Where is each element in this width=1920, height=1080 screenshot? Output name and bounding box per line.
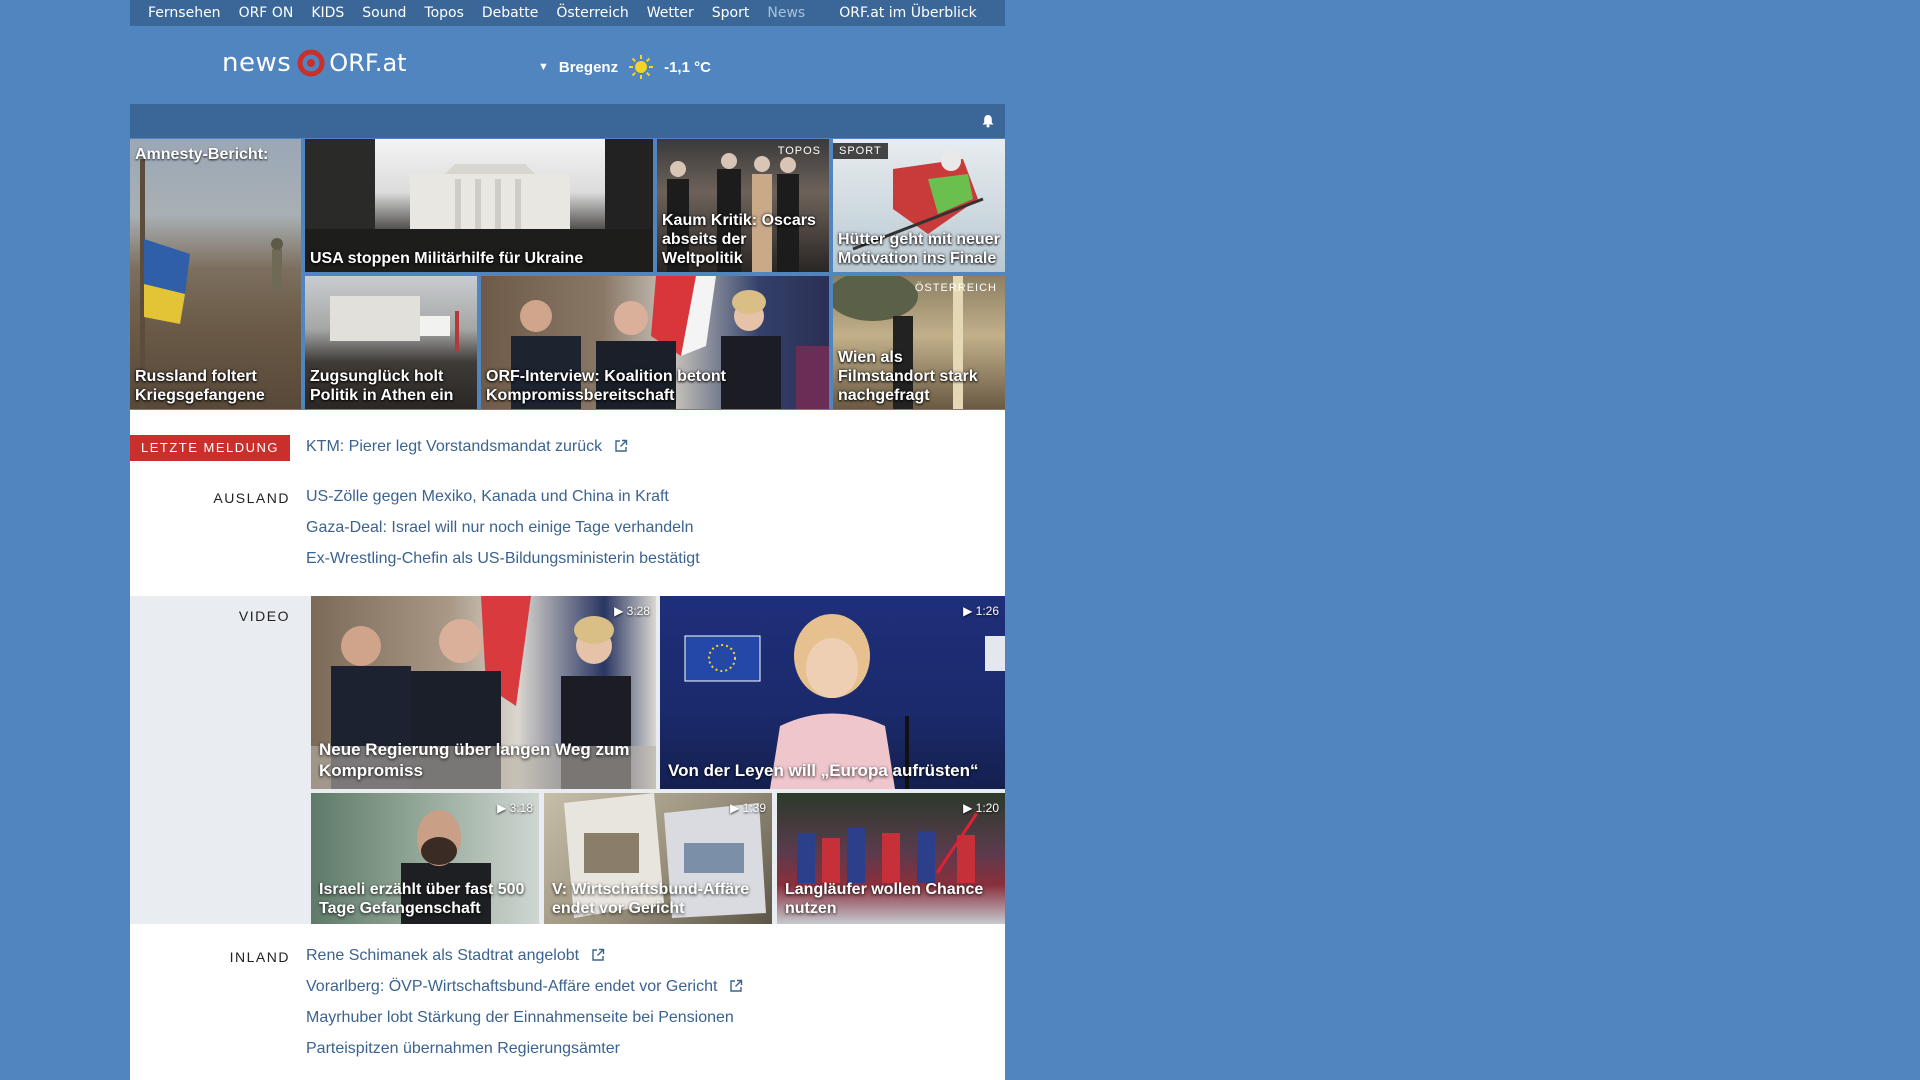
- video-caption: Israeli erzählt über fast 500 Tage Gefan…: [319, 881, 525, 917]
- section-label-inland: INLAND: [229, 949, 290, 965]
- video-duration: ▶ 1:20: [963, 801, 999, 815]
- video-teaser[interactable]: ▶ 1:20 Langläufer wollen Chance nutzen: [777, 793, 1005, 924]
- video-caption: Von der Leyen will „Europa aufrüsten“: [668, 761, 979, 780]
- logo-news-text: news: [222, 48, 292, 78]
- inland-link-text: Rene Schimanek als Stadtrat angelobt: [306, 947, 580, 964]
- teaser-caption: USA stoppen Militärhilfe für Ukraine: [310, 250, 584, 267]
- site-header: news ORF.at ▼ Bregenz -1,1 °C: [130, 26, 1005, 104]
- nav-topos[interactable]: Topos: [424, 5, 463, 21]
- bell-icon[interactable]: [981, 114, 995, 128]
- teaser-oscars[interactable]: TOPOS Kaum Kritik: Oscars abseits der We…: [657, 139, 829, 272]
- video-duration: ▶ 1:39: [730, 801, 766, 815]
- breaking-news-text: KTM: Pierer legt Vorstandsmandat zurück: [306, 438, 603, 455]
- teaser-huetter[interactable]: SPORT Hütter geht mit neuer Motivation i…: [833, 139, 1005, 272]
- section-label-ausland: AUSLAND: [213, 490, 290, 506]
- video-teaser[interactable]: ▶ 1:26 Von der Leyen will „Europa aufrüs…: [660, 596, 1005, 789]
- teaser-wien-film[interactable]: ÖSTERREICH Wien als Filmstandort stark n…: [833, 276, 1005, 409]
- nav-orf-on[interactable]: ORF ON: [239, 5, 294, 21]
- inland-link-text: Vorarlberg: ÖVP-Wirtschaftsbund-Affäre e…: [306, 978, 718, 995]
- ausland-link[interactable]: US-Zölle gegen Mexiko, Kanada und China …: [306, 488, 669, 506]
- video-teaser[interactable]: ▶ 3:28 Neue Regierung über langen Weg zu…: [311, 596, 656, 789]
- video-duration: ▶ 3:28: [614, 604, 650, 618]
- main-content: LETZTE MELDUNG KTM: Pierer legt Vorstand…: [130, 410, 1005, 1080]
- teaser-caption: Kaum Kritik: Oscars abseits der Weltpoli…: [662, 212, 816, 267]
- video-teaser[interactable]: ▶ 3:18 Israeli erzählt über fast 500 Tag…: [311, 793, 539, 924]
- ausland-link[interactable]: Ex-Wrestling-Chefin als US-Bildungsminis…: [306, 550, 700, 568]
- nav-sound[interactable]: Sound: [362, 5, 406, 21]
- breaking-news-badge: LETZTE MELDUNG: [130, 435, 290, 461]
- teaser-caption: Zugsunglück holt Politik in Athen ein: [310, 368, 454, 404]
- nav-sport[interactable]: Sport: [712, 5, 750, 21]
- header-bar: [130, 104, 1005, 138]
- page-column: Fernsehen ORF ON KIDS Sound Topos Debatt…: [130, 0, 1005, 1080]
- teaser-athen[interactable]: Zugsunglück holt Politik in Athen ein: [305, 276, 477, 409]
- orf-news-logo[interactable]: news ORF.at: [222, 48, 407, 78]
- nav-overview[interactable]: ORF.at im Überblick: [839, 5, 976, 21]
- inland-link[interactable]: Vorarlberg: ÖVP-Wirtschaftsbund-Affäre e…: [306, 978, 743, 996]
- inland-link[interactable]: Parteispitzen übernahmen Regierungsämter: [306, 1040, 620, 1058]
- external-link-icon: [591, 948, 604, 961]
- teaser-topline: Amnesty-Bericht:: [135, 146, 269, 163]
- inland-link[interactable]: Rene Schimanek als Stadtrat angelobt: [306, 947, 605, 965]
- nav-oesterreich[interactable]: Österreich: [556, 5, 628, 21]
- inland-link[interactable]: Mayrhuber lobt Stärkung der Einnahmensei…: [306, 1009, 734, 1027]
- ausland-link[interactable]: Gaza-Deal: Israel will nur noch einige T…: [306, 519, 693, 537]
- weather-temperature: -1,1 °C: [664, 58, 711, 76]
- video-caption: V: Wirtschaftsbund-Affäre endet vor Geri…: [552, 881, 750, 917]
- teaser-tag: SPORT: [833, 143, 888, 159]
- external-link-icon: [730, 979, 743, 992]
- video-duration: ▶ 1:26: [963, 604, 999, 618]
- teaser-orf-interview[interactable]: ORF-Interview: Koalition betont Kompromi…: [481, 276, 829, 409]
- video-section: VIDEO ▶ 3:28 Neue Regierung über langen …: [130, 596, 1005, 924]
- weather-widget[interactable]: ▼ Bregenz -1,1 °C: [538, 54, 711, 80]
- video-teaser[interactable]: ▶ 1:39 V: Wirtschaftsbund-Affäre endet v…: [544, 793, 772, 924]
- weather-city: Bregenz: [558, 58, 619, 76]
- teaser-tag: TOPOS: [777, 145, 821, 157]
- teaser-caption: ORF-Interview: Koalition betont Kompromi…: [486, 368, 726, 404]
- video-caption: Neue Regierung über langen Weg zum Kompr…: [319, 740, 630, 780]
- teaser-caption: Wien als Filmstandort stark nachgefragt: [838, 349, 978, 404]
- logo-orf-text: ORF.at: [329, 49, 407, 77]
- orf-ring-icon: [297, 49, 325, 77]
- external-link-icon: [614, 439, 627, 452]
- teaser-caption: Hütter geht mit neuer Motivation ins Fin…: [838, 231, 1000, 267]
- teaser-amnesty[interactable]: Amnesty-Bericht: Russland foltert Kriegs…: [130, 139, 301, 409]
- breaking-news-link[interactable]: KTM: Pierer legt Vorstandsmandat zurück: [306, 438, 628, 456]
- teaser-caption: Russland foltert Kriegsgefangene: [135, 368, 265, 404]
- sun-icon: [629, 55, 654, 79]
- nav-kids[interactable]: KIDS: [311, 5, 344, 21]
- teaser-usa-ukraine[interactable]: USA stoppen Militärhilfe für Ukraine: [305, 139, 653, 272]
- section-label-video: VIDEO: [238, 608, 290, 624]
- video-caption: Langläufer wollen Chance nutzen: [785, 881, 984, 917]
- teaser-tag: ÖSTERREICH: [914, 282, 997, 294]
- nav-fernsehen[interactable]: Fernsehen: [148, 5, 221, 21]
- top-navigation: Fernsehen ORF ON KIDS Sound Topos Debatt…: [130, 0, 1005, 26]
- video-duration: ▶ 3:18: [497, 801, 533, 815]
- nav-news[interactable]: News: [767, 5, 805, 21]
- caret-down-icon: ▼: [538, 61, 549, 73]
- nav-debatte[interactable]: Debatte: [482, 5, 538, 21]
- nav-wetter[interactable]: Wetter: [647, 5, 694, 21]
